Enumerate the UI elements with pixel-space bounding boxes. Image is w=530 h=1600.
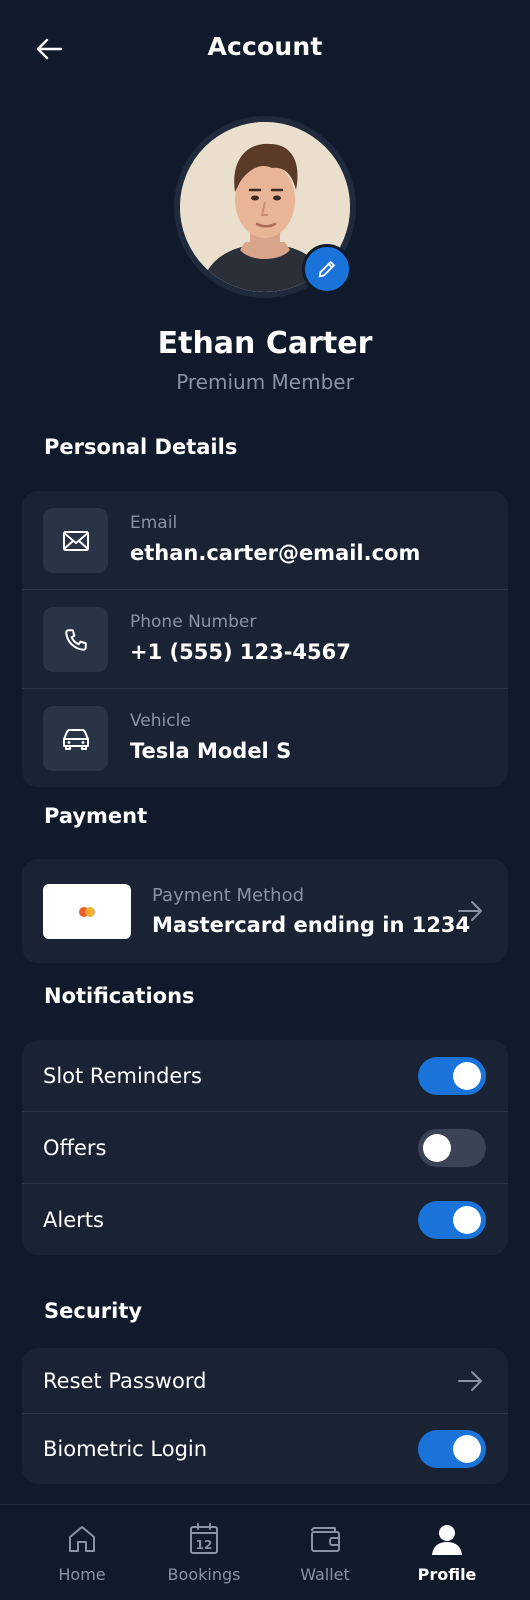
section-title-notifications: Notifications [44, 984, 195, 1008]
vehicle-label: Vehicle [130, 711, 191, 731]
mail-icon [62, 530, 89, 551]
top-bar: Account [0, 0, 530, 100]
membership-tier: Premium Member [176, 370, 354, 394]
nav-label-bookings: Bookings [167, 1565, 241, 1584]
reset-password-row[interactable]: Reset Password [22, 1348, 508, 1414]
user-name: Ethan Carter [157, 326, 373, 361]
nav-label-home: Home [58, 1565, 106, 1584]
offers-label: Offers [43, 1135, 107, 1160]
slot-reminders-toggle[interactable] [418, 1056, 486, 1095]
nav-label-wallet: Wallet [300, 1565, 350, 1584]
phone-label: Phone Number [130, 612, 257, 632]
wallet-icon [311, 1527, 340, 1552]
payment-card: Payment Method Mastercard ending in 1234 [22, 859, 508, 963]
notification-row-offers: Offers [22, 1112, 508, 1184]
nav-item-bookings[interactable]: 12 Bookings [149, 1505, 259, 1600]
security-card: Reset Password Biometric Login [22, 1348, 508, 1484]
calendar-icon: 12 [190, 1523, 218, 1554]
calendar-day-number: 12 [196, 1538, 213, 1552]
reset-password-label: Reset Password [43, 1368, 207, 1393]
profile-avatar-container [174, 116, 356, 298]
notification-row-alerts: Alerts [22, 1184, 508, 1255]
offers-toggle[interactable] [418, 1128, 486, 1167]
vehicle-value: Tesla Model S [130, 739, 292, 763]
edit-avatar-button[interactable] [302, 244, 352, 294]
notification-row-slot-reminders: Slot Reminders [22, 1040, 508, 1112]
detail-row-email[interactable]: Email ethan.carter@email.com [22, 491, 508, 590]
section-title-security: Security [44, 1299, 143, 1323]
arrow-right-icon [458, 901, 482, 921]
payment-method-value: Mastercard ending in 1234 [152, 913, 471, 937]
detail-row-phone[interactable]: Phone Number +1 (555) 123-4567 [22, 590, 508, 689]
home-icon [69, 1526, 95, 1552]
phone-icon [64, 628, 87, 651]
nav-item-profile[interactable]: Profile [392, 1505, 502, 1600]
detail-row-vehicle[interactable]: Vehicle Tesla Model S [22, 689, 508, 787]
email-label: Email [130, 513, 178, 533]
payment-method-label: Payment Method [152, 885, 305, 906]
page-title: Account [207, 32, 323, 61]
car-icon [62, 728, 89, 750]
nav-item-home[interactable]: Home [27, 1505, 137, 1600]
payment-method-row[interactable]: Payment Method Mastercard ending in 1234 [22, 859, 508, 963]
biometric-login-row: Biometric Login [22, 1414, 508, 1484]
section-title-personal-details: Personal Details [44, 435, 238, 459]
bottom-navigation: Home 12 Bookings Wallet Profile [0, 1504, 530, 1600]
pencil-icon [318, 261, 335, 278]
notifications-card: Slot Reminders Offers Alerts [22, 1040, 508, 1255]
biometric-login-toggle[interactable] [418, 1430, 486, 1468]
arrow-right-icon [458, 1370, 482, 1391]
phone-value: +1 (555) 123-4567 [130, 640, 351, 664]
section-title-payment: Payment [44, 804, 148, 828]
slot-reminders-label: Slot Reminders [43, 1063, 202, 1088]
nav-label-profile: Profile [417, 1565, 477, 1584]
user-icon [432, 1525, 462, 1555]
alerts-label: Alerts [43, 1208, 104, 1232]
nav-item-wallet[interactable]: Wallet [270, 1505, 380, 1600]
alerts-toggle[interactable] [418, 1201, 486, 1239]
mastercard-icon [79, 906, 95, 917]
card-thumbnail [43, 884, 131, 939]
email-value: ethan.carter@email.com [130, 541, 421, 565]
personal-details-card: Email ethan.carter@email.com Phone Numbe… [22, 491, 508, 787]
biometric-login-label: Biometric Login [43, 1437, 208, 1461]
